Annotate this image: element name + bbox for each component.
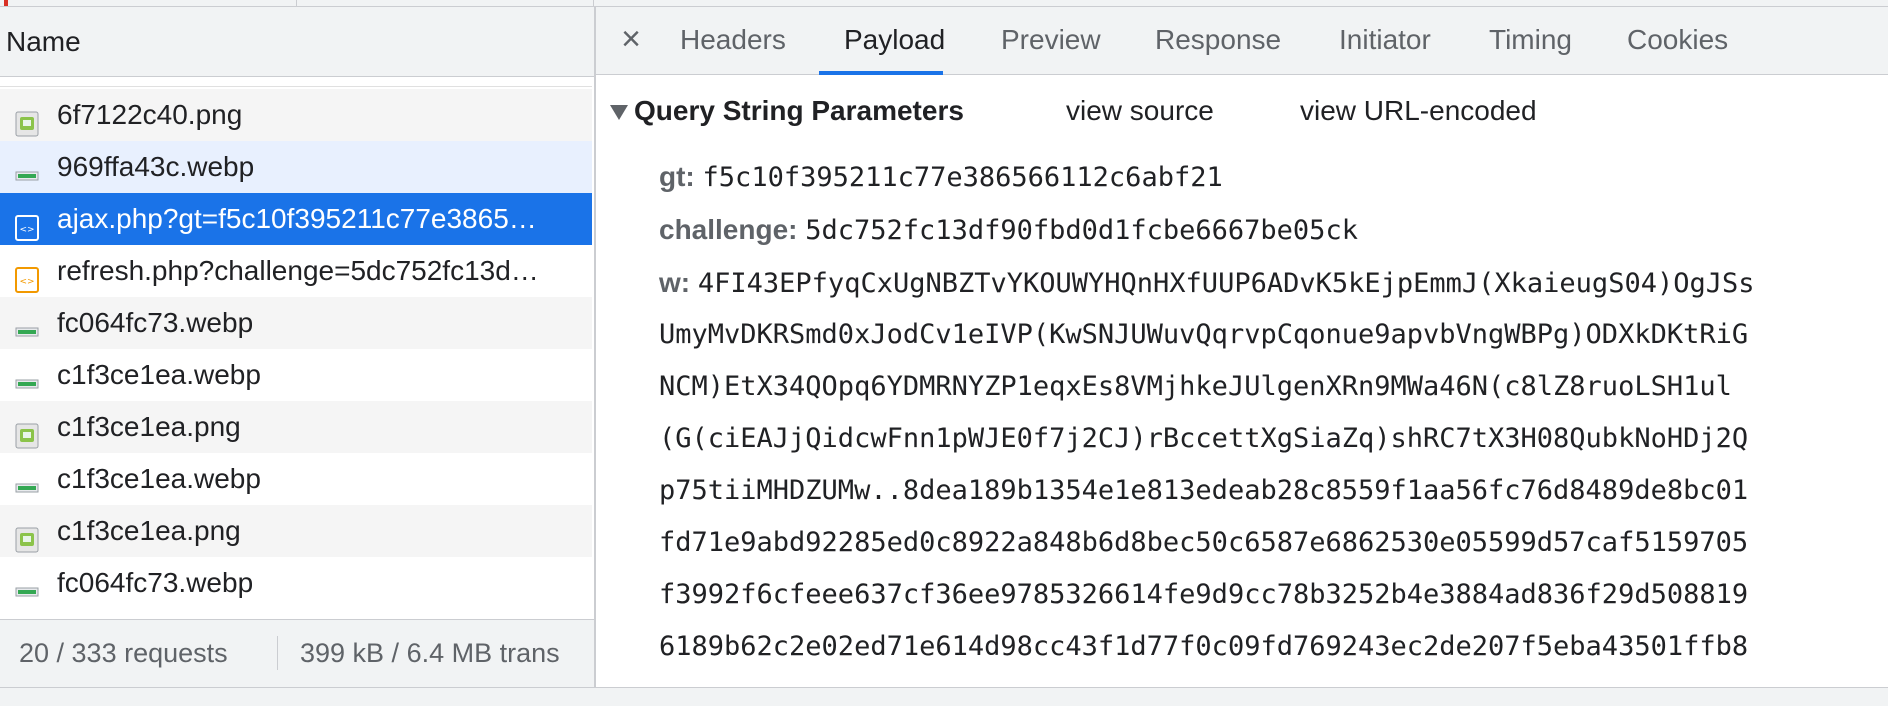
script-file-icon: <> (15, 258, 39, 293)
request-row[interactable]: <> refresh.php?challenge=5dc752fc13d… (0, 245, 592, 297)
request-name: 6f7122c40.png (57, 99, 243, 130)
request-count: 20 / 333 requests (19, 638, 228, 668)
webp-file-icon (15, 310, 39, 337)
transfer-size: 399 kB / 6.4 MB trans (300, 638, 560, 668)
request-list-panel: Name 6f7122c40.png 969ffa43c.webp <> ajax.p… (0, 7, 594, 687)
webp-file-icon (15, 154, 39, 181)
script-file-icon: <> (15, 206, 39, 241)
param-value-line[interactable]: UmyMvDKRSmd0xJodCv1eIVP(KwSNJUWuvQqrvpCq… (659, 309, 1748, 361)
request-name: c1f3ce1ea.png (57, 411, 241, 442)
request-row[interactable]: 6f7122c40.png (0, 89, 592, 141)
request-name: fc064fc73.webp (57, 567, 254, 598)
request-name: 969ffa43c.webp (57, 151, 255, 182)
param-value[interactable]: 5dc752fc13df90fbd0d1fcbe6667be05ck (805, 215, 1358, 246)
request-row[interactable]: fc064fc73.webp (0, 297, 592, 349)
param-w: w: 4FI43EPfyqCxUgNBZTvYKOUWYHQnHXfUUP6AD… (659, 257, 1755, 309)
close-icon[interactable]: × (616, 21, 646, 57)
param-value-line[interactable]: p75tiiMHDZUMw..8dea189b1354e1e813edeab28… (659, 465, 1748, 517)
toolbar-segment (0, 0, 297, 6)
name-column-header[interactable]: Name (0, 7, 594, 77)
request-row[interactable]: 969ffa43c.webp (0, 141, 592, 193)
param-value-line[interactable]: fd71e9abd92285ed0c8922a848b6d8bec50c6587… (659, 517, 1748, 569)
tab-headers[interactable]: Headers (680, 7, 786, 75)
payload-content: Query String Parameters view source view… (596, 75, 1888, 687)
tab-initiator[interactable]: Initiator (1339, 7, 1431, 75)
image-file-icon (15, 518, 39, 553)
param-gt: gt: f5c10f395211c77e386566112c6abf21 (659, 151, 1223, 203)
query-string-section-header[interactable]: Query String Parameters (610, 91, 964, 131)
details-tab-bar: × Headers Payload Preview Response Initi… (596, 7, 1888, 75)
param-key: gt: (659, 161, 695, 192)
status-separator (277, 636, 278, 670)
tab-timing[interactable]: Timing (1489, 7, 1572, 75)
param-value-line[interactable]: (G(ciEAJjQidcwFnn1pWJE0f7j2CJ)rBccettXgS… (659, 413, 1748, 465)
param-value-line[interactable]: f3992f6cfeee637cf36ee9785326614fe9d9cc78… (659, 569, 1748, 621)
request-name: refresh.php?challenge=5dc752fc13d… (57, 255, 539, 286)
webp-file-icon (15, 466, 39, 493)
param-challenge: challenge: 5dc752fc13df90fbd0d1fcbe6667b… (659, 204, 1358, 256)
param-value[interactable]: f5c10f395211c77e386566112c6abf21 (703, 162, 1223, 193)
request-row[interactable]: <> ajax.php?gt=f5c10f395211c77e3865… (0, 193, 592, 245)
top-toolbar-strip (0, 0, 1888, 7)
request-row[interactable]: c1f3ce1ea.png (0, 505, 592, 557)
svg-text:<>: <> (19, 277, 34, 287)
param-value-line[interactable]: NCM)EtX34QOpq6YDMRNYZP1eqxEs8VMjhkeJUlge… (659, 361, 1732, 413)
param-key: w: (659, 267, 691, 298)
request-row[interactable]: fc064fc73.webp (0, 557, 592, 609)
view-source-link[interactable]: view source (1066, 91, 1214, 131)
param-value[interactable]: 4FI43EPfyqCxUgNBZTvYKOUWYHQnHXfUUP6ADvK5… (698, 268, 1755, 299)
expand-triangle-icon[interactable] (610, 105, 628, 121)
param-value-line[interactable]: 6189b62c2e02ed71e614d98cc43f1d77f0c09fd7… (659, 621, 1748, 673)
param-value-line[interactable]: 3e7 (659, 673, 708, 687)
request-name: fc064fc73.webp (57, 307, 254, 338)
request-row[interactable]: c1f3ce1ea.webp (0, 453, 592, 505)
image-file-icon (15, 414, 39, 449)
tab-response[interactable]: Response (1155, 7, 1281, 75)
request-row[interactable] (0, 77, 592, 87)
param-key: challenge: (659, 214, 798, 245)
request-name: ajax.php?gt=f5c10f395211c77e3865… (57, 203, 537, 234)
bottom-drawer-bar (0, 687, 1888, 706)
request-row[interactable]: c1f3ce1ea.webp (0, 349, 592, 401)
webp-file-icon (15, 362, 39, 389)
request-row[interactable]: c1f3ce1ea.png (0, 401, 592, 453)
request-name: c1f3ce1ea.webp (57, 359, 261, 390)
section-title: Query String Parameters (634, 95, 964, 126)
toolbar-segment (297, 0, 594, 6)
tab-cookies[interactable]: Cookies (1627, 7, 1728, 75)
request-name: c1f3ce1ea.png (57, 515, 241, 546)
request-rows: 6f7122c40.png 969ffa43c.webp <> ajax.php?gt… (0, 77, 594, 619)
request-details-panel: × Headers Payload Preview Response Initi… (596, 7, 1888, 687)
status-bar: 20 / 333 requests 399 kB / 6.4 MB trans (0, 619, 594, 687)
request-name: c1f3ce1ea.webp (57, 463, 261, 494)
tab-payload[interactable]: Payload (844, 7, 945, 75)
webp-file-icon (15, 570, 39, 597)
view-url-encoded-link[interactable]: view URL-encoded (1300, 91, 1537, 131)
svg-text:<>: <> (19, 225, 34, 235)
tab-preview[interactable]: Preview (1001, 7, 1101, 75)
image-file-icon (15, 102, 39, 137)
